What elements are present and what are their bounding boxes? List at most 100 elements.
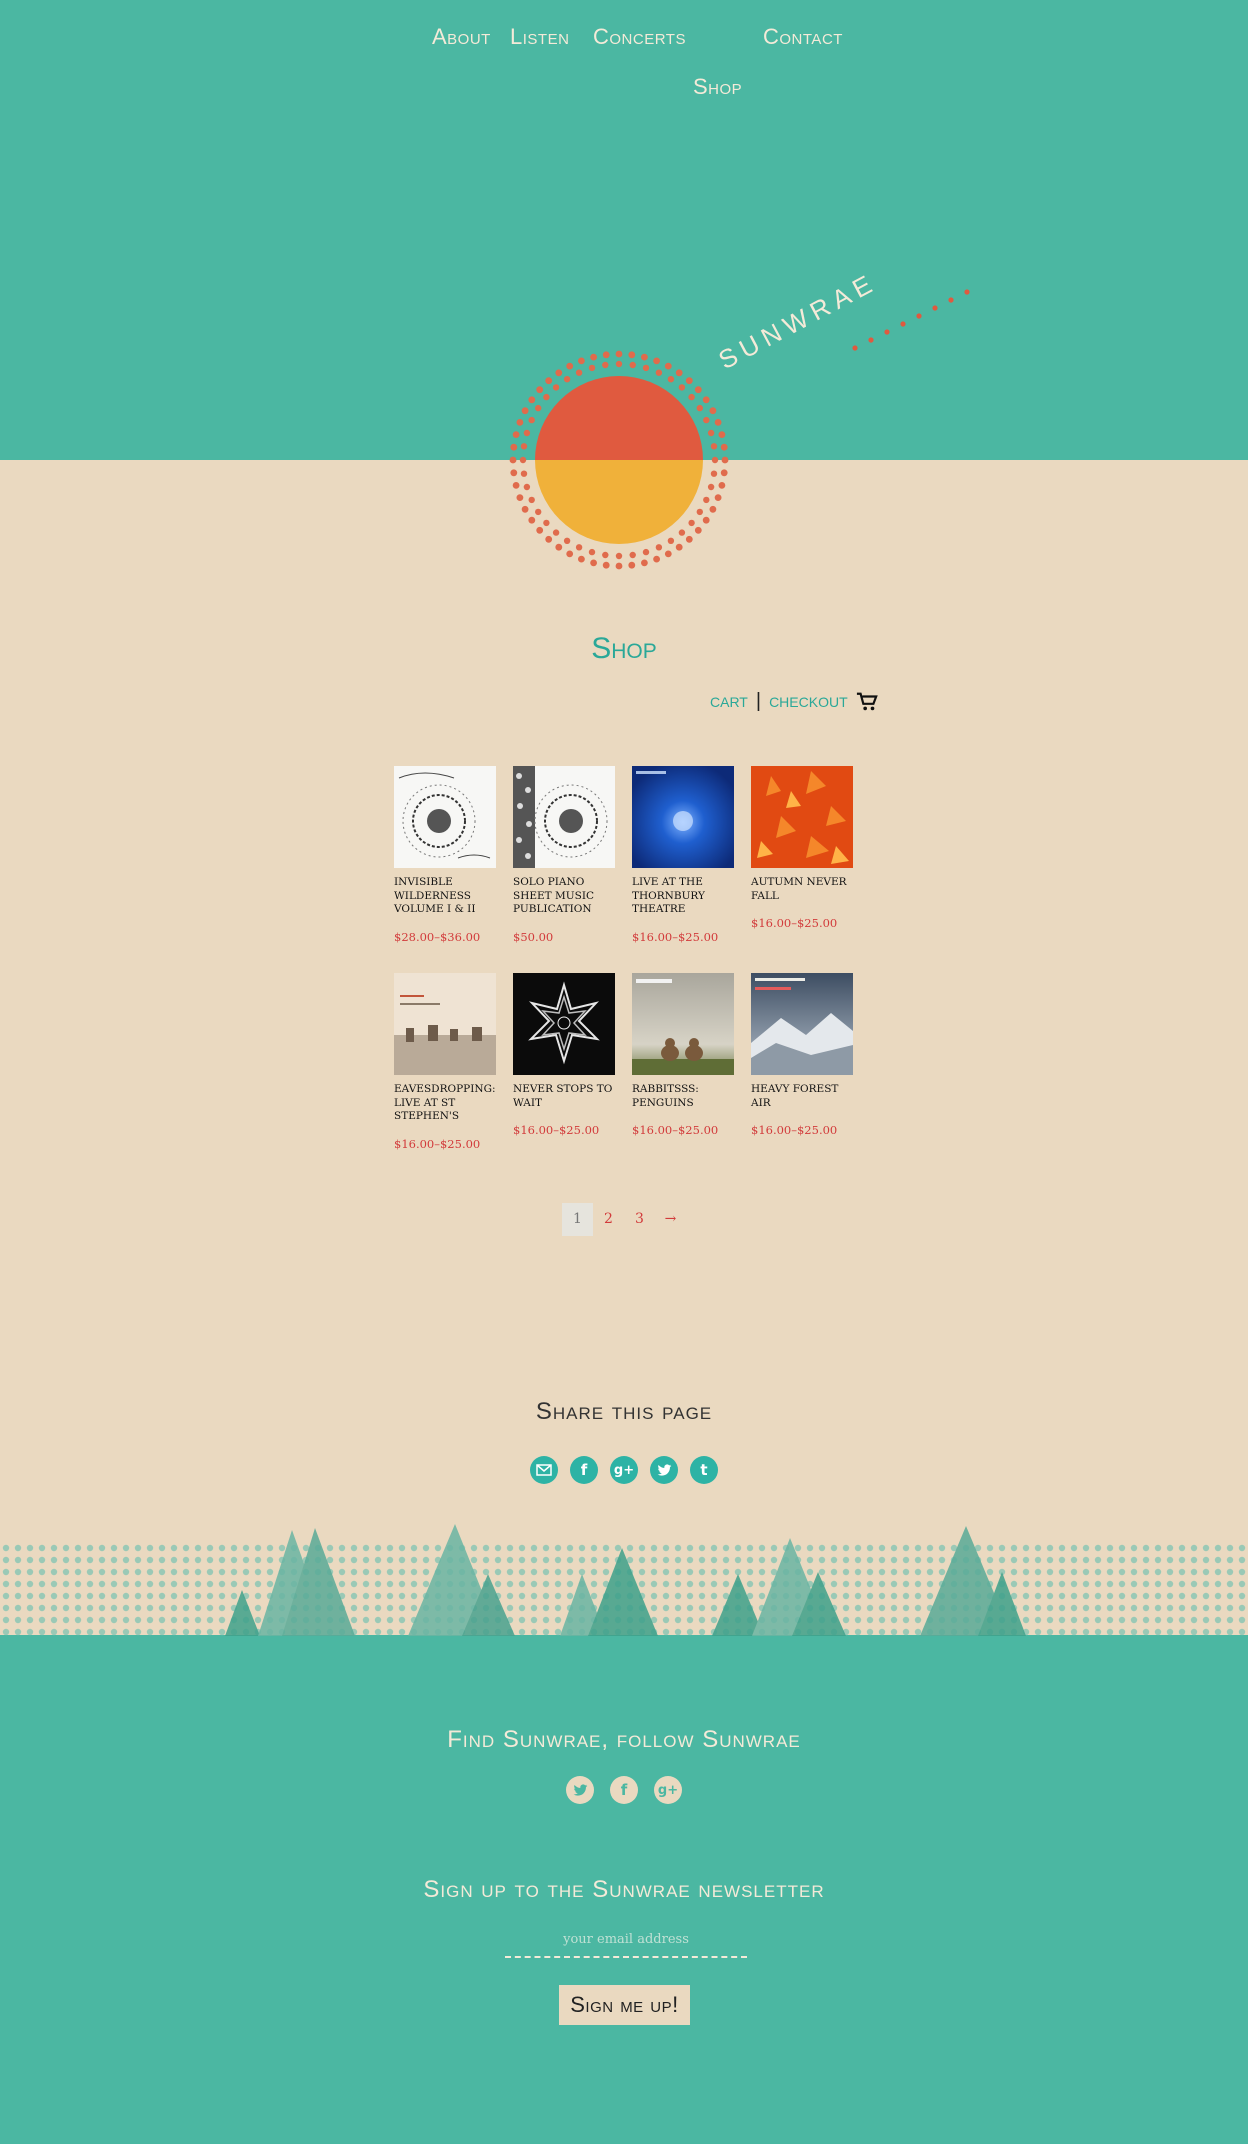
forest-decoration <box>0 1524 1248 1638</box>
ring-dot <box>528 416 535 424</box>
ring-dot <box>528 396 536 404</box>
ring-dot <box>664 362 672 370</box>
ring-dot <box>602 361 609 369</box>
ring-dot <box>714 494 722 501</box>
product-card[interactable]: LIVE AT THE THORNBURY THEATRE $16.00–$25… <box>632 766 736 944</box>
trail-dot <box>852 345 858 351</box>
email-icon[interactable] <box>530 1456 558 1484</box>
signup-button[interactable]: Sign me up! <box>559 1985 690 2025</box>
pagination: 1 2 3 → <box>562 1203 686 1236</box>
product-price: $16.00–$25.00 <box>513 1123 600 1137</box>
product-price: $16.00–$25.00 <box>394 1136 481 1151</box>
nav-shop[interactable]: Shop <box>693 74 742 100</box>
tumblr-icon[interactable]: t <box>690 1456 718 1484</box>
ring-dot <box>516 494 524 501</box>
ring-dot <box>641 559 648 567</box>
ring-dot <box>696 508 703 516</box>
product-card[interactable]: NEVER STOPS TO WAIT $16.00–$25.00 <box>513 973 617 1137</box>
ring-dot <box>685 377 693 385</box>
cart-icon[interactable] <box>856 691 878 713</box>
product-price: $50.00 <box>513 929 554 944</box>
ring-dot <box>552 529 560 536</box>
ring-dot <box>685 535 693 543</box>
ring-dot <box>641 353 648 361</box>
nav-contact[interactable]: Contact <box>763 24 843 50</box>
ring-dot <box>710 470 718 477</box>
nav-about[interactable]: About <box>432 24 491 50</box>
ring-dot <box>545 377 553 385</box>
ring-dot <box>512 431 520 438</box>
ring-dot <box>688 519 695 527</box>
product-card[interactable]: AUTUMN NEVER FALL $16.00–$25.00 <box>751 766 855 930</box>
facebook-icon[interactable]: f <box>610 1776 638 1804</box>
product-image-sheet-music[interactable] <box>513 766 615 868</box>
ring-dot <box>523 483 531 491</box>
ring-dot <box>528 496 535 504</box>
nav-listen[interactable]: Listen <box>510 24 569 50</box>
ring-dot <box>615 562 623 570</box>
product-image-autumn-never-fall[interactable] <box>751 766 853 868</box>
product-card[interactable]: INVISIBLE WILDERNESS VOLUME I & II $28.0… <box>394 766 498 944</box>
product-title[interactable]: HEAVY FOREST AIR <box>751 1083 855 1110</box>
ring-dot <box>521 505 529 513</box>
trail-dot <box>964 289 970 295</box>
ring-dot <box>512 482 520 489</box>
sunwrae-logo[interactable] <box>500 280 980 580</box>
product-image-rabbitsss-penguins[interactable] <box>632 973 734 1075</box>
product-image-eavesdropping[interactable] <box>394 973 496 1075</box>
twitter-icon[interactable] <box>650 1456 678 1484</box>
product-image-thornbury[interactable] <box>632 766 734 868</box>
product-title[interactable]: RABBITSSS: PENGUINS <box>632 1083 736 1110</box>
trail-dot <box>900 321 906 327</box>
product-image-heavy-forest-air[interactable] <box>751 973 853 1075</box>
google-plus-icon[interactable]: g+ <box>654 1776 682 1804</box>
product-title[interactable]: INVISIBLE WILDERNESS VOLUME I & II <box>394 876 498 917</box>
share-icons: f g+ t <box>530 1456 718 1484</box>
ring-dot <box>543 519 550 527</box>
nav-concerts[interactable]: Concerts <box>593 24 686 50</box>
ring-dot <box>714 419 722 426</box>
product-card[interactable]: EAVESDROPPING: LIVE AT ST STEPHEN'S $16.… <box>394 973 498 1151</box>
product-card[interactable]: SOLO PIANO SHEET MUSIC PUBLICATION $50.0… <box>513 766 617 944</box>
page-3[interactable]: 3 <box>624 1203 655 1236</box>
ring-dot <box>520 470 528 477</box>
cart-link[interactable]: cart <box>710 690 748 713</box>
facebook-icon[interactable]: f <box>570 1456 598 1484</box>
ring-dot <box>718 431 726 438</box>
trail-dot <box>916 313 922 319</box>
email-input[interactable] <box>505 1922 747 1958</box>
ring-dot <box>720 443 728 451</box>
product-image-never-stops-to-wait[interactable] <box>513 973 615 1075</box>
ring-dot <box>655 369 663 376</box>
product-card[interactable]: RABBITSSS: PENGUINS $16.00–$25.00 <box>632 973 736 1137</box>
ring-dot <box>509 456 517 464</box>
cart-separator: | <box>755 690 762 712</box>
ring-dot <box>696 404 703 412</box>
ring-dot <box>545 535 553 543</box>
ring-dot <box>602 561 610 569</box>
ring-dot <box>615 552 623 560</box>
product-title[interactable]: SOLO PIANO SHEET MUSIC PUBLICATION <box>513 876 617 917</box>
ring-dot <box>675 543 683 551</box>
product-title[interactable]: NEVER STOPS TO WAIT <box>513 1083 617 1110</box>
trail-dot <box>868 337 874 343</box>
product-price: $16.00–$25.00 <box>632 929 719 944</box>
ring-dot <box>566 362 574 370</box>
product-image-invisible-wilderness[interactable] <box>394 766 496 868</box>
page-2[interactable]: 2 <box>593 1203 624 1236</box>
ring-dot <box>628 351 636 359</box>
checkout-link[interactable]: checkout <box>769 690 848 713</box>
ring-dot <box>521 407 529 415</box>
ring-dot <box>655 544 663 551</box>
share-title: Share this page <box>535 1398 713 1425</box>
ring-dot <box>702 396 710 404</box>
ring-dot <box>709 407 717 415</box>
google-plus-icon[interactable]: g+ <box>610 1456 638 1484</box>
next-page[interactable]: → <box>655 1203 686 1236</box>
product-title[interactable]: LIVE AT THE THORNBURY THEATRE <box>632 876 736 917</box>
product-card[interactable]: HEAVY FOREST AIR $16.00–$25.00 <box>751 973 855 1137</box>
product-title[interactable]: AUTUMN NEVER FALL <box>751 876 855 903</box>
product-title[interactable]: EAVESDROPPING: LIVE AT ST STEPHEN'S <box>394 1083 498 1124</box>
twitter-icon[interactable] <box>566 1776 594 1804</box>
follow-title: Find Sunwrae, follow Sunwrae <box>447 1726 801 1753</box>
